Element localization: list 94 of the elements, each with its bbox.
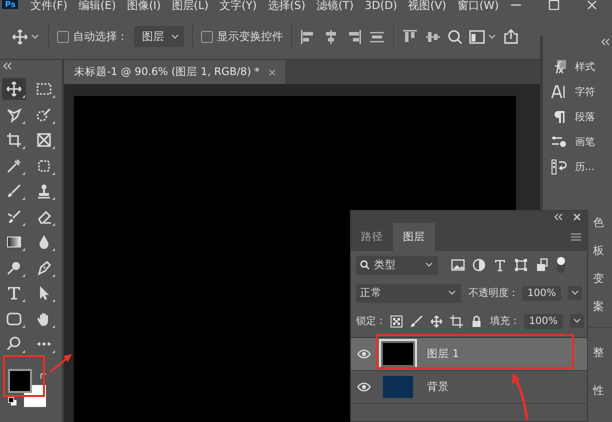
- highlight-box: [3, 355, 45, 397]
- foreground-color-swatch[interactable]: [8, 368, 32, 392]
- panel-button[interactable]: 段落: [543, 104, 612, 129]
- filter-dropdown[interactable]: 类型: [356, 256, 438, 274]
- panel-label: 画笔: [575, 136, 595, 148]
- opacity-label: 不透明度：: [468, 286, 518, 300]
- panel-button[interactable]: 历...: [543, 154, 612, 179]
- fill-field[interactable]: 100%: [524, 314, 563, 328]
- share-icon[interactable]: [503, 28, 519, 44]
- panel-label: 字符: [575, 86, 595, 98]
- target-dropdown[interactable]: 图层: [134, 26, 184, 47]
- caret-icon: [572, 317, 582, 325]
- collapse-icon[interactable]: [600, 38, 610, 46]
- transform-controls-label: 显示变换控件: [217, 29, 283, 44]
- default-colors-icon[interactable]: [8, 396, 17, 406]
- align-icon[interactable]: [323, 28, 339, 44]
- menu-item[interactable]: 文件(F): [30, 0, 68, 11]
- menu-item[interactable]: 滤镜(T): [316, 0, 354, 11]
- opacity-field[interactable]: 100%: [522, 286, 561, 300]
- panel-tab[interactable]: 图层: [393, 223, 435, 251]
- panel-label[interactable]: 案: [593, 293, 604, 321]
- menu-item[interactable]: 编辑(E): [78, 0, 116, 11]
- panel-label: 段落: [575, 110, 595, 124]
- search-icon[interactable]: [447, 28, 463, 44]
- menu-item[interactable]: 图层(L): [172, 0, 208, 11]
- workspace-icon[interactable]: [469, 28, 485, 44]
- panel-label[interactable]: 板: [593, 237, 604, 265]
- menu-item[interactable]: 视图(V): [408, 0, 446, 11]
- collapse-icon[interactable]: [553, 213, 563, 221]
- brush-icon[interactable]: [410, 314, 423, 328]
- caret-icon: [170, 32, 180, 40]
- auto-select-label: 自动选择：: [73, 29, 128, 44]
- lock-pixels-icon[interactable]: [390, 314, 403, 328]
- text-cursor-icon: [551, 84, 567, 100]
- shape-filter-icon[interactable]: [514, 258, 528, 272]
- lock-label: 锁定：: [356, 314, 386, 328]
- document-tab[interactable]: 未标题-1 @ 90.6% (图层 1, RGB/8) * ×: [64, 60, 285, 84]
- toggle-icon[interactable]: [556, 256, 566, 274]
- move-icon[interactable]: [430, 314, 443, 328]
- adjustment-filter-icon[interactable]: [472, 258, 486, 272]
- checkbox[interactable]: [201, 30, 213, 42]
- panel-label[interactable]: 性: [593, 372, 604, 410]
- image-filter-icon[interactable]: [451, 258, 465, 272]
- arrow: [48, 352, 74, 374]
- align-icon[interactable]: [300, 28, 316, 44]
- panel-button[interactable]: 字符: [543, 79, 612, 104]
- app-logo: Ps: [2, 0, 18, 9]
- move-icon[interactable]: [2, 78, 26, 100]
- align-icon[interactable]: [402, 28, 418, 44]
- caret-icon: [447, 289, 458, 297]
- brush-settings-icon: [551, 134, 567, 150]
- close-tab-button[interactable]: ×: [268, 66, 277, 78]
- caret-icon: [424, 261, 434, 269]
- close-icon[interactable]: [573, 213, 581, 221]
- align-icon[interactable]: [346, 28, 362, 44]
- collapse-icon[interactable]: [2, 62, 12, 70]
- menu-item[interactable]: 3D(D): [364, 0, 398, 11]
- caret-icon: [487, 32, 497, 40]
- blend-mode-value: 正常: [360, 286, 383, 300]
- panel-label: 样式: [575, 60, 595, 74]
- lock-icon[interactable]: [470, 314, 483, 328]
- panel-label[interactable]: 变: [593, 265, 604, 293]
- fill-dropdown-button[interactable]: [570, 314, 584, 328]
- layer-name: 背景: [427, 380, 449, 394]
- panel-label: 历...: [575, 160, 595, 174]
- panel-button[interactable]: 样式: [543, 54, 612, 79]
- history-icon: [551, 158, 567, 174]
- panel-label[interactable]: 色: [593, 209, 604, 237]
- menu-item[interactable]: 选择(S): [268, 0, 306, 11]
- menu-item[interactable]: 文字(Y): [220, 0, 257, 11]
- close-icon[interactable]: [586, 0, 598, 10]
- type-icon[interactable]: [493, 258, 507, 272]
- panel-tab[interactable]: 路径: [351, 223, 393, 251]
- layer-row[interactable]: 图层 1: [351, 338, 587, 371]
- fill-label: 填充：: [490, 314, 520, 328]
- checkbox[interactable]: [57, 30, 69, 42]
- caret-icon: [30, 32, 40, 40]
- panel-label[interactable]: 整: [593, 334, 604, 372]
- swap-colors-icon[interactable]: [40, 372, 47, 380]
- caret-icon: [570, 289, 580, 297]
- maximize-icon[interactable]: [548, 0, 560, 10]
- document-title: 未标题-1 @ 90.6% (图层 1, RGB/8) *: [74, 65, 260, 79]
- blend-mode-dropdown[interactable]: 正常: [356, 284, 462, 302]
- menu-item[interactable]: 窗口(W): [457, 0, 499, 11]
- filter-label: 类型: [374, 258, 397, 272]
- opacity-dropdown-button[interactable]: [568, 286, 582, 300]
- arrow: [510, 372, 530, 422]
- menu-item[interactable]: 图像(I): [126, 0, 161, 11]
- layer-row[interactable]: 背景: [351, 371, 587, 404]
- panel-button[interactable]: 画笔: [543, 129, 612, 154]
- search-icon: [360, 260, 370, 270]
- layer-name: 图层 1: [427, 347, 460, 361]
- smart-object-filter-icon[interactable]: [535, 258, 549, 272]
- move-icon[interactable]: [12, 28, 28, 44]
